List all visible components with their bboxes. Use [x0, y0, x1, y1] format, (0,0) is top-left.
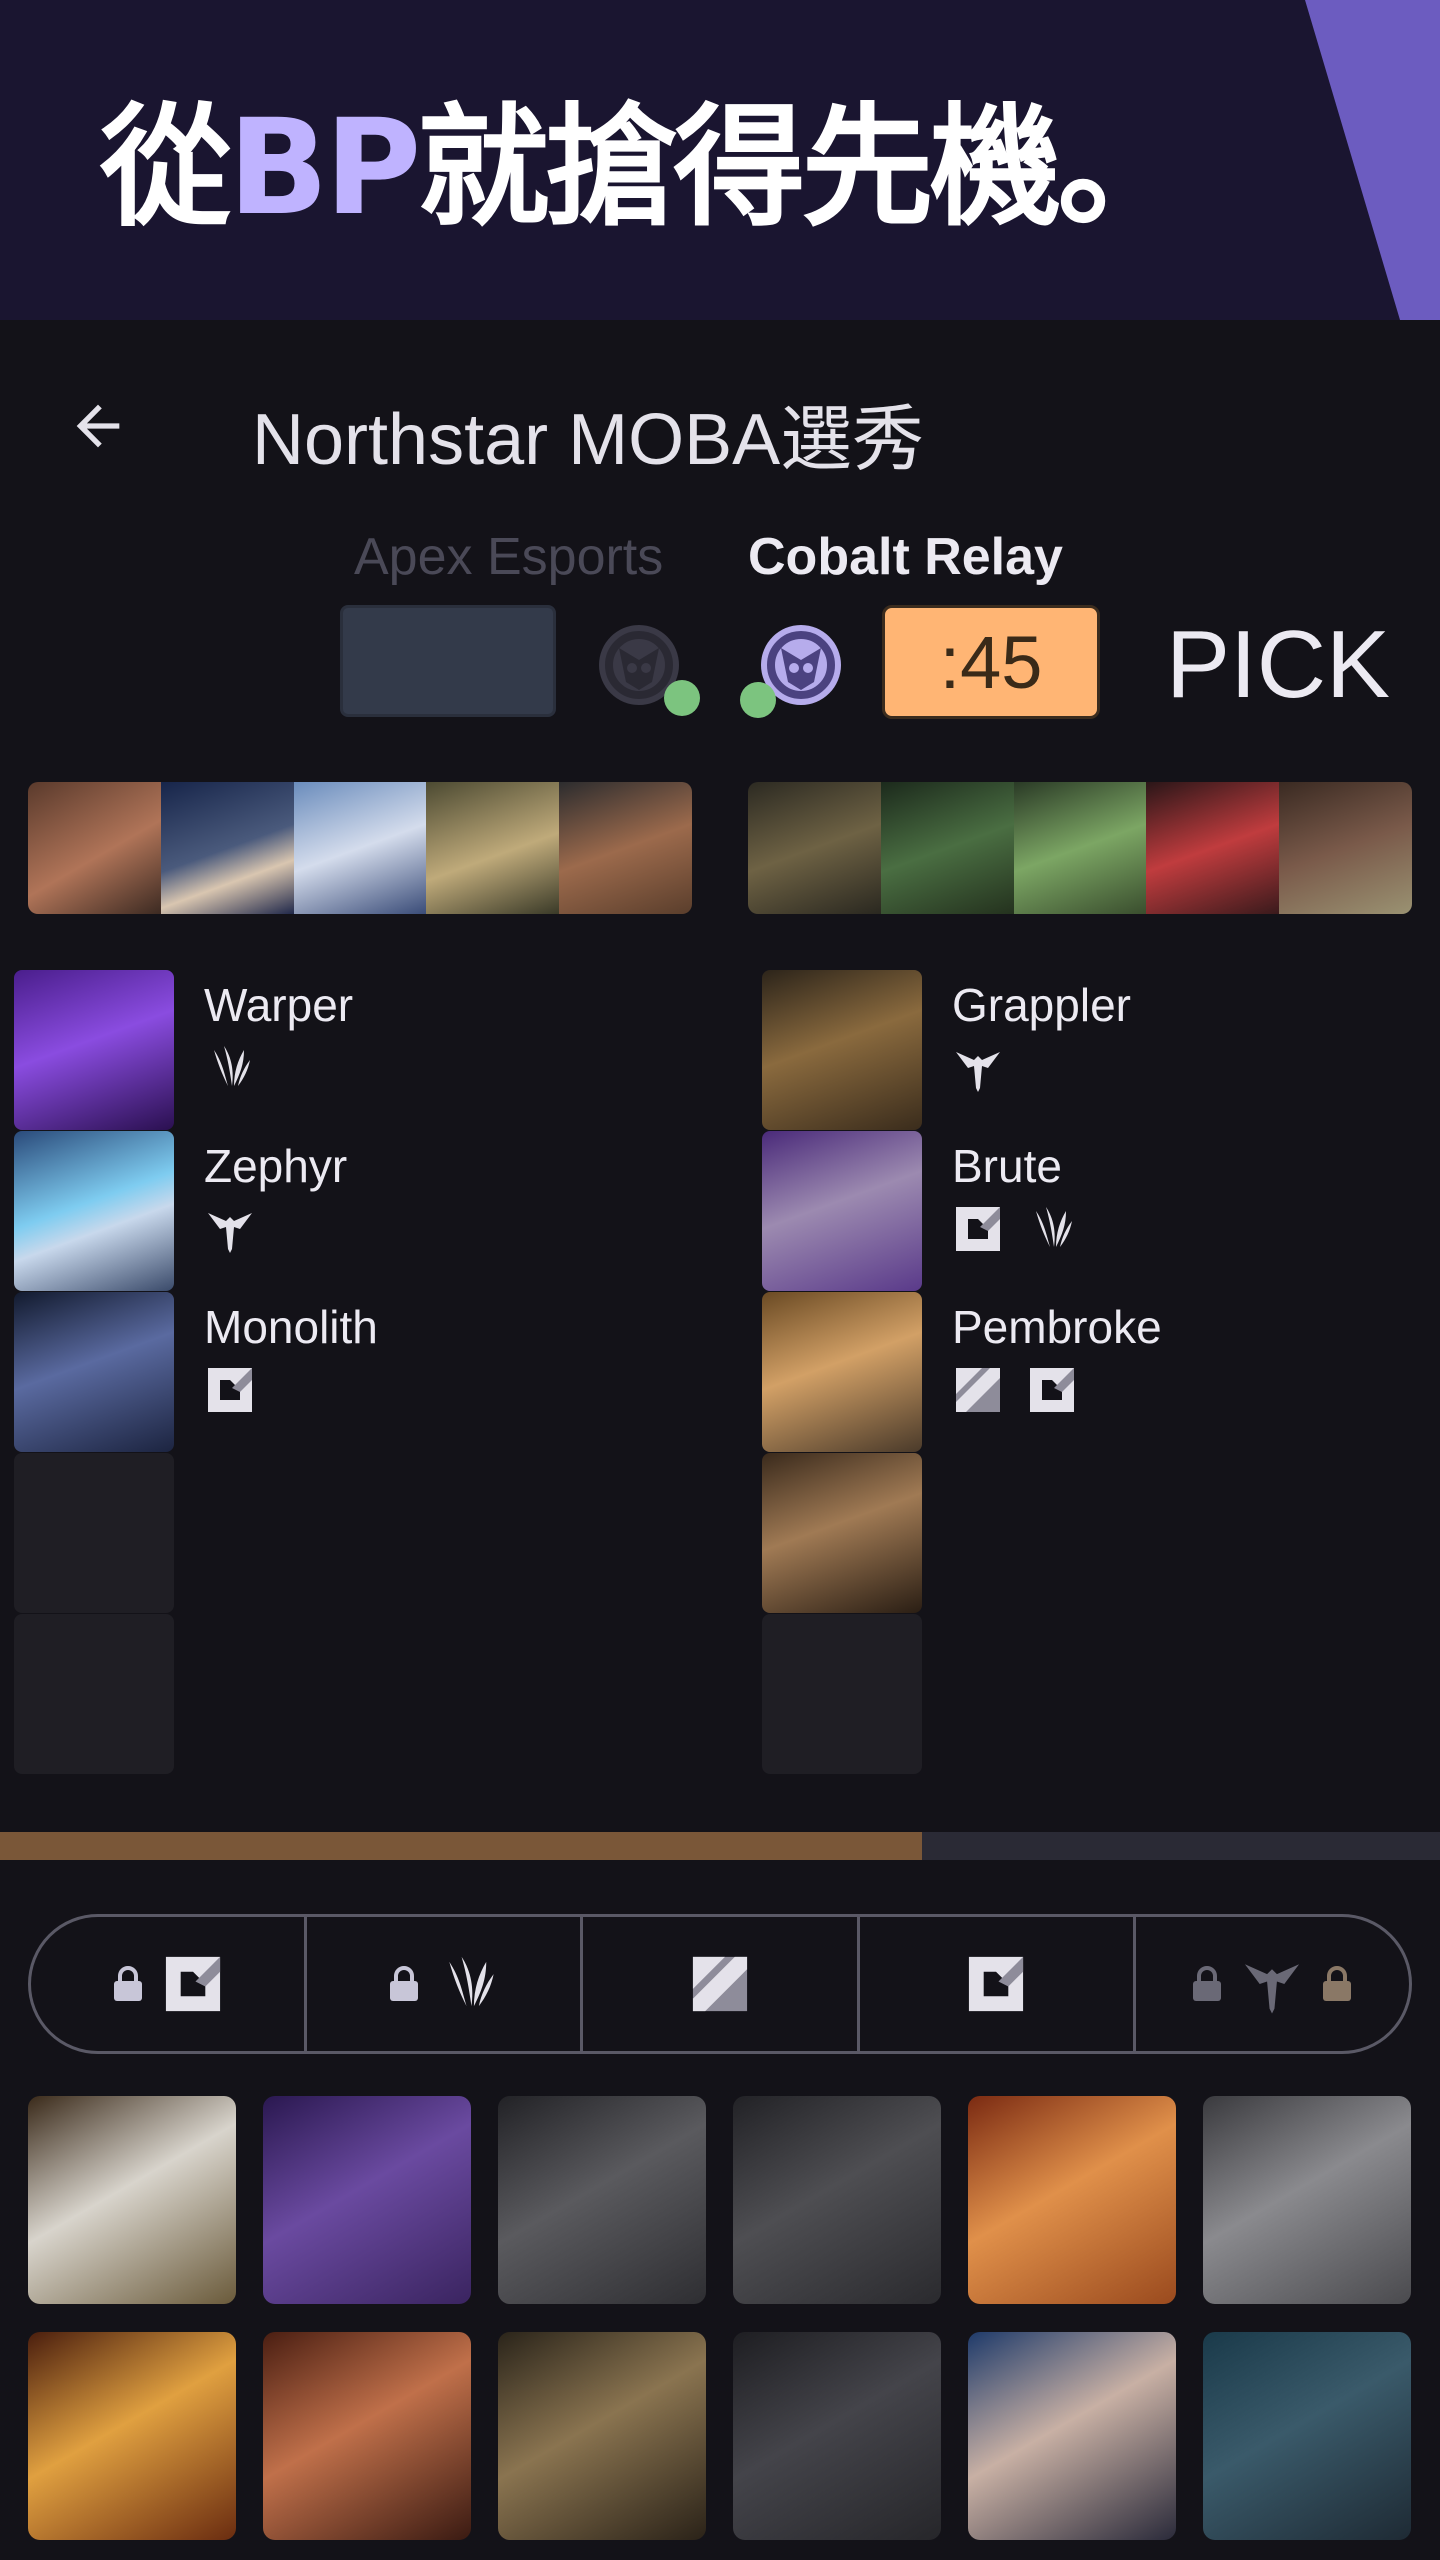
promo-banner: 從BP就搶得先機。: [0, 0, 1440, 320]
hero-card[interactable]: [263, 2096, 471, 2304]
square-icon: [208, 1368, 252, 1412]
lock-icon: [113, 1966, 142, 2001]
ban-portrait: [880, 782, 1014, 914]
banner-stripe: [1305, 0, 1440, 320]
square-icon: [1030, 1368, 1074, 1412]
hero-card-locked[interactable]: [1203, 2096, 1411, 2304]
lock-icon: [1323, 1966, 1352, 2001]
hero-name: Zephyr: [204, 1140, 348, 1192]
hero-card-locked[interactable]: [498, 2096, 706, 2304]
trident-icon: [1245, 1964, 1300, 2014]
hero-card[interactable]: [968, 2096, 1176, 2304]
team-a-ban-slot: [340, 605, 556, 717]
team-a-status-dot: [664, 680, 700, 716]
ban-portrait: [748, 782, 881, 914]
lock-icon: [389, 1966, 418, 2001]
draft-progress-bar: [0, 1832, 1440, 1860]
headline-post: 就搶得先機。: [417, 91, 1189, 245]
draft-screen: Northstar MOBA選秀 Apex Esports Cobalt Rel…: [0, 320, 1440, 2560]
hero-card[interactable]: [263, 2332, 471, 2540]
claw-icon: [449, 1956, 494, 2007]
headline-accent: BP: [228, 91, 421, 245]
hero-portrait: [762, 970, 922, 1130]
hero-portrait: [762, 1131, 922, 1291]
top-bar: Northstar MOBA選秀: [0, 320, 1440, 520]
team-b-bans: [748, 782, 1412, 914]
role-filter: [28, 1914, 1412, 2054]
claw-icon: [214, 1046, 250, 1086]
square-icon: [956, 1207, 1000, 1251]
pick-slot[interactable]: Warper: [14, 970, 654, 1130]
team-a-picks: Warper Zephyr Monolith: [14, 970, 654, 1775]
square-icon: [969, 1956, 1024, 2012]
hero-card-locked[interactable]: [733, 2332, 941, 2540]
filter-claw[interactable]: [307, 1917, 584, 2051]
lock-icon: [1193, 1966, 1222, 2001]
page-title: Northstar MOBA選秀: [252, 400, 925, 480]
hero-portrait: [14, 970, 174, 1130]
hero-portrait: [762, 1292, 922, 1452]
pick-slot-empty: [14, 1453, 654, 1613]
filter-slash[interactable]: [583, 1917, 860, 2051]
hero-portrait: [14, 1131, 174, 1291]
team-b-name: Cobalt Relay: [748, 528, 1063, 586]
team-b-picks: Grappler Brute Pembroke: [762, 970, 1402, 1775]
ban-portrait: [559, 782, 692, 914]
hero-name: Brute: [952, 1140, 1062, 1192]
arrow-left-icon: [76, 404, 120, 448]
hero-name: Grappler: [952, 979, 1131, 1031]
empty-portrait: [14, 1614, 174, 1774]
hero-name: Warper: [204, 979, 354, 1031]
slash-icon: [692, 1956, 748, 2012]
filter-square[interactable]: [31, 1917, 308, 2051]
hero-card[interactable]: [968, 2332, 1176, 2540]
hero-grid: [28, 2096, 1412, 2540]
hero-name: Monolith: [204, 1301, 378, 1353]
claw-icon: [1036, 1207, 1072, 1247]
empty-portrait: [762, 1614, 922, 1774]
phase-label: PICK: [1166, 611, 1391, 718]
hero-card-locked[interactable]: [733, 2096, 941, 2304]
slash-icon: [956, 1368, 1000, 1412]
pick-slot[interactable]: Brute: [762, 1131, 1402, 1291]
empty-portrait: [14, 1453, 174, 1613]
pick-timer: :45: [882, 605, 1100, 719]
filter-trident[interactable]: [1136, 1917, 1409, 2051]
square-icon: [165, 1956, 220, 2012]
ban-portrait: [1013, 782, 1147, 914]
active-pick-portrait: [762, 1453, 922, 1613]
pick-slot-empty: [762, 1614, 1402, 1774]
headline-pre: 從: [100, 91, 232, 245]
filter-square-alt[interactable]: [860, 1917, 1136, 2051]
team-a-bans: [28, 782, 692, 914]
pick-slot[interactable]: Pembroke: [762, 1292, 1402, 1452]
ban-portrait: [1146, 782, 1280, 914]
draft-progress-fill: [0, 1832, 922, 1860]
trident-icon: [208, 1213, 252, 1253]
back-button[interactable]: [58, 386, 138, 466]
team-a-name: Apex Esports: [354, 528, 664, 586]
hero-card[interactable]: [498, 2332, 706, 2540]
hero-card[interactable]: [1203, 2332, 1411, 2540]
hero-card[interactable]: [28, 2332, 236, 2540]
banner-headline: 從BP就搶得先機。: [100, 88, 1189, 248]
trident-icon: [956, 1052, 1000, 1092]
pick-slot[interactable]: Monolith: [14, 1292, 654, 1452]
hero-name: Pembroke: [952, 1301, 1162, 1353]
pick-slot-active: [762, 1453, 1402, 1613]
ban-portrait: [160, 782, 294, 914]
ban-portrait: [293, 782, 427, 914]
pick-slot[interactable]: Zephyr: [14, 1131, 654, 1291]
ban-portrait: [28, 782, 161, 914]
pick-slot-empty: [14, 1614, 654, 1774]
ban-portrait: [1279, 782, 1412, 914]
team-b-status-dot: [740, 682, 776, 718]
pick-slot[interactable]: Grappler: [762, 970, 1402, 1130]
ban-portrait: [426, 782, 560, 914]
hero-portrait: [14, 1292, 174, 1452]
hero-card[interactable]: [28, 2096, 236, 2304]
